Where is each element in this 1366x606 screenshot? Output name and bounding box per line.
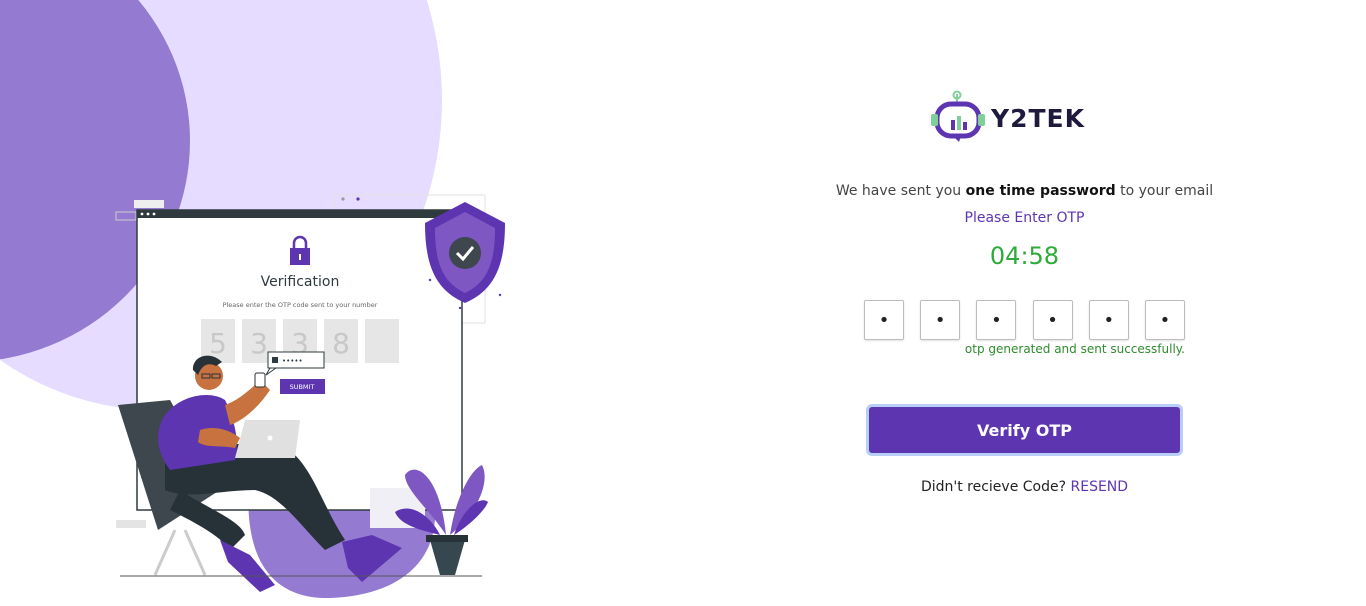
- code-digit: 3: [250, 327, 268, 360]
- resend-prompt: Didn't recieve Code? RESEND: [683, 479, 1366, 495]
- code-digit: 5: [209, 327, 227, 360]
- submit-label: SUBMIT: [290, 383, 315, 391]
- illustration-panel: Verification Please enter the OTP code s…: [0, 0, 683, 606]
- brand-logo: Y2TEK: [929, 90, 1094, 146]
- sent-message-suffix: to your email: [1120, 183, 1214, 199]
- otp-digit-1[interactable]: [864, 300, 904, 340]
- sent-message: We have sent you one time password to yo…: [683, 183, 1366, 199]
- otp-digit-6[interactable]: [1144, 300, 1185, 340]
- password-mask: •••••: [282, 357, 303, 365]
- resend-link[interactable]: RESEND: [1071, 479, 1129, 495]
- sent-message-highlight: one time password: [965, 183, 1116, 199]
- enter-otp-prompt: Please Enter OTP: [964, 210, 1085, 226]
- otp-countdown-timer: 04:58: [989, 242, 1060, 270]
- otp-input-group: [864, 300, 1185, 340]
- verify-otp-button[interactable]: Verify OTP: [866, 404, 1183, 456]
- verification-illustration: Verification Please enter the OTP code s…: [115, 194, 505, 599]
- code-digit: 8: [332, 327, 350, 360]
- card-title: Verification: [261, 274, 340, 290]
- otp-digit-5[interactable]: [1088, 300, 1129, 340]
- brand-name: Y2TEK: [991, 103, 1086, 133]
- robot-logo-icon: [931, 90, 985, 142]
- otp-form-panel: Y2TEK We have sent you one time password…: [683, 0, 1366, 606]
- otp-digit-4[interactable]: [1032, 300, 1073, 340]
- sent-message-prefix: We have sent you: [835, 183, 962, 199]
- card-subtitle: Please enter the OTP code sent to your n…: [223, 301, 378, 309]
- otp-digit-2[interactable]: [920, 300, 961, 340]
- otp-status-message: otp generated and sent successfully.: [964, 342, 1185, 356]
- resend-question: Didn't recieve Code?: [920, 479, 1067, 495]
- otp-digit-3[interactable]: [976, 300, 1017, 340]
